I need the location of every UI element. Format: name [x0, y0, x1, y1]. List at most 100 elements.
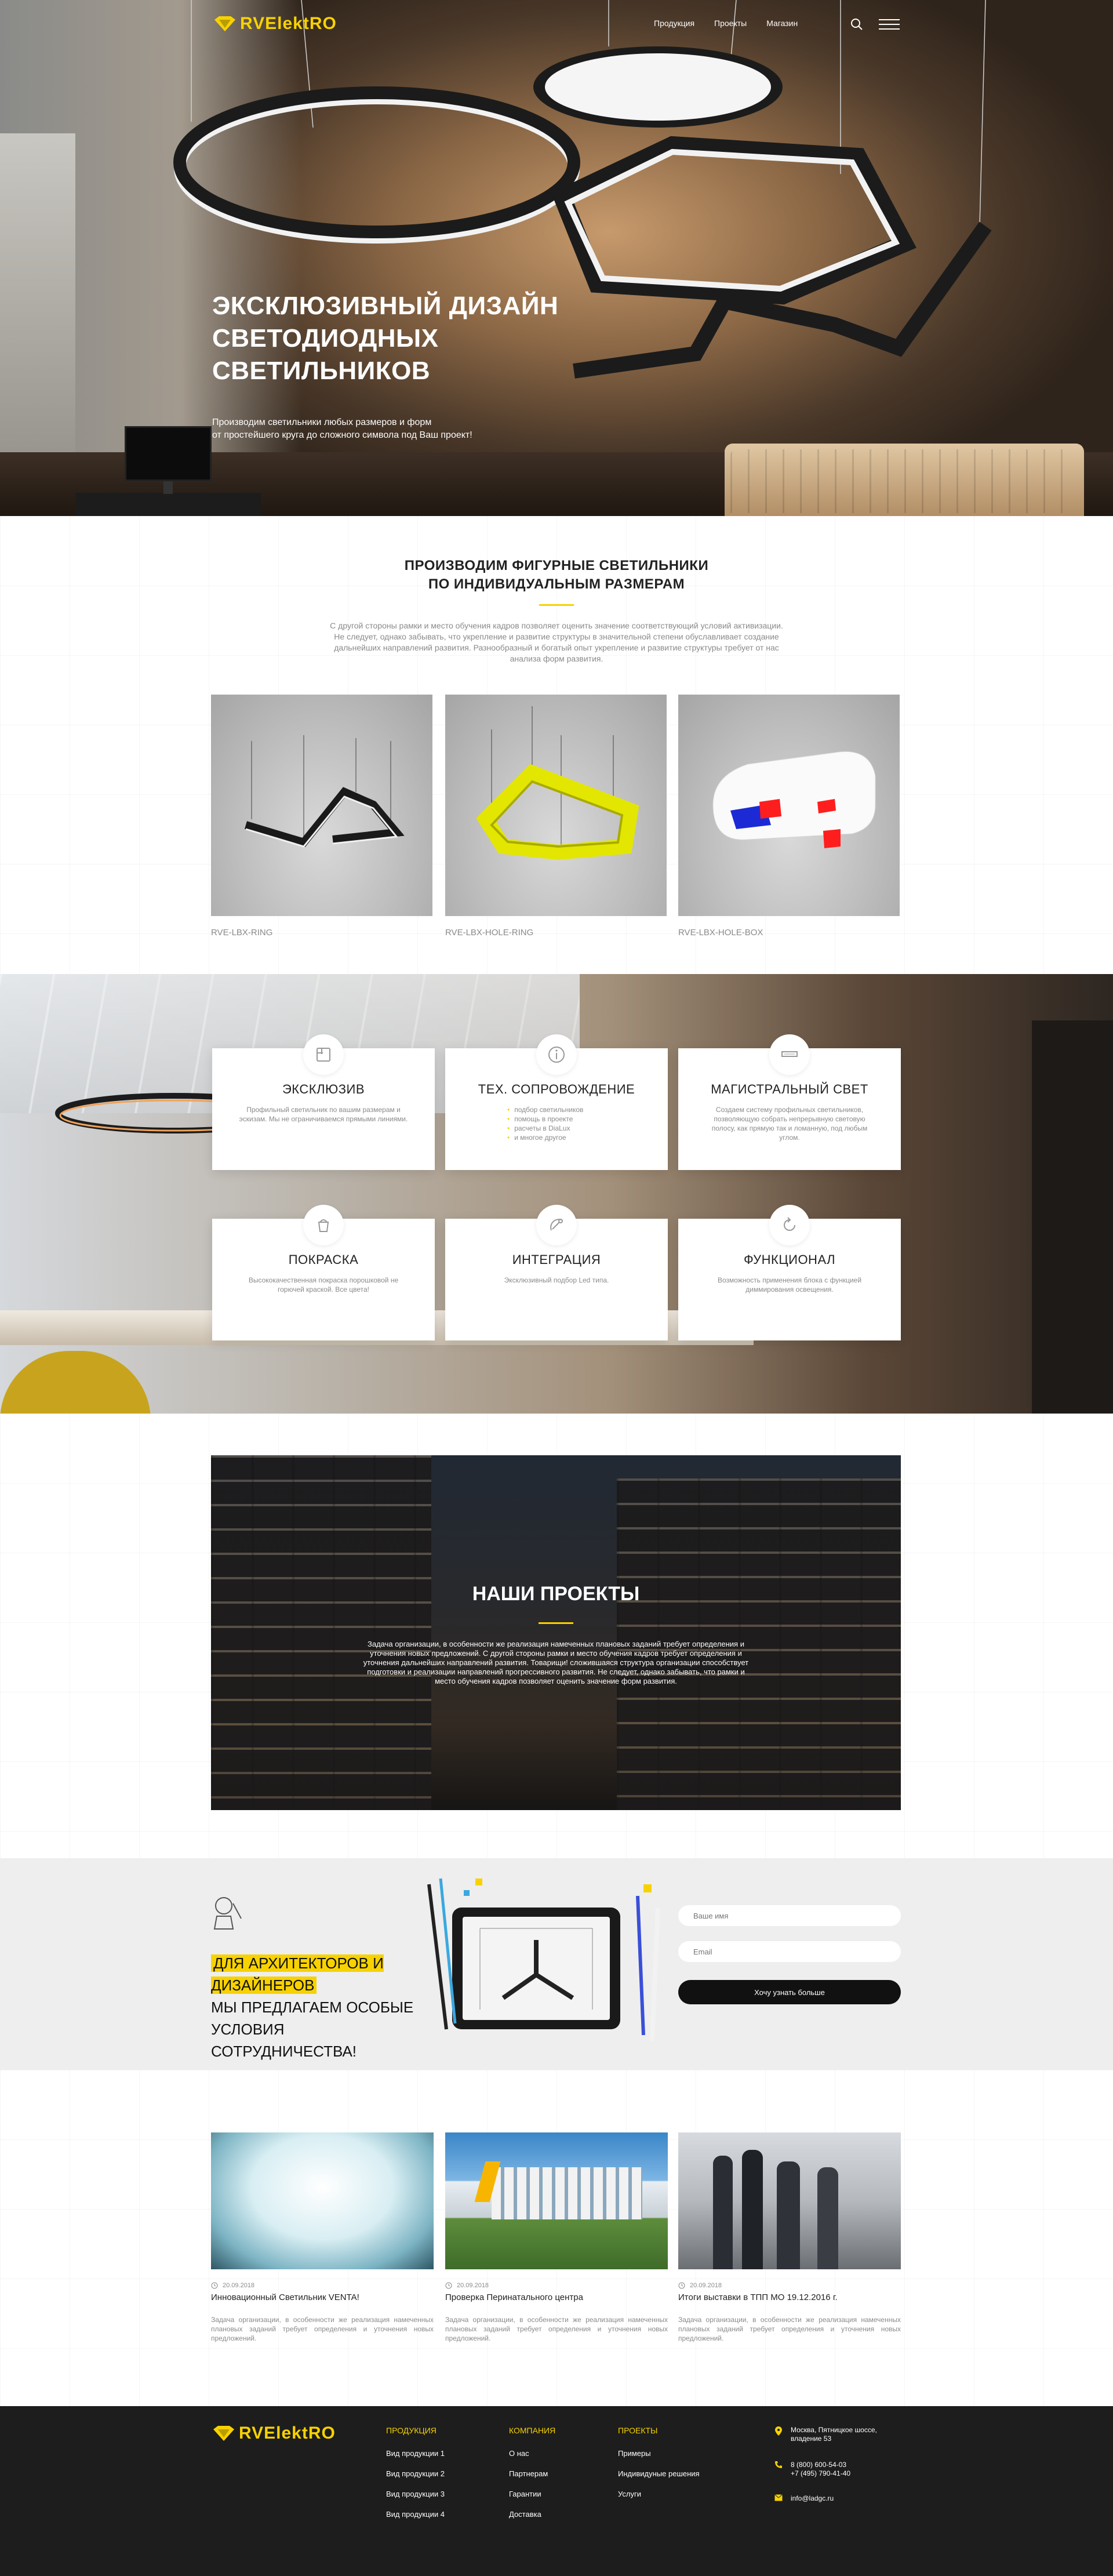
main-nav: Продукция Проекты Магазин: [654, 19, 798, 28]
footer-link[interactable]: О нас: [509, 2449, 555, 2458]
product-lamp-hole-ring: [476, 706, 639, 860]
feature-card: Эксклюзив Профильный светильник по вашим…: [212, 1034, 435, 1170]
product-lamp-hole-box: [712, 751, 876, 848]
footer-phone1[interactable]: 8 (800) 600-54-03: [791, 2461, 846, 2469]
feature-card: Интеграция Эксклюзивный подбор Led типа.: [445, 1205, 668, 1340]
projects-banner[interactable]: Наши проекты Задача организации, в особе…: [211, 1455, 901, 1810]
product-card[interactable]: RVE-LBX-HOLE-BOX: [678, 695, 900, 938]
news-person: [742, 2150, 763, 2269]
projects-title: Наши проекты: [472, 1583, 640, 1605]
feature-list: подбор светильников помощь в проекте рас…: [507, 1105, 606, 1142]
news-card[interactable]: 20.09.2018 Итоги выставки в ТПП МО 19.12…: [678, 2132, 901, 2343]
footer-address: Москва, Пятницкое шоссе, владение 53: [774, 2426, 877, 2443]
footer-address-line1: Москва, Пятницкое шоссе,: [791, 2426, 877, 2434]
footer-column-title: Компания: [509, 2426, 556, 2435]
projects-title-underline: [539, 1622, 573, 1624]
news-card[interactable]: 20.09.2018 Проверка Перинатального центр…: [445, 2132, 668, 2343]
news-text: Задача организации, в особенности же реа…: [211, 2316, 434, 2342]
news-date: 20.09.2018: [678, 2282, 901, 2289]
news-date: 20.09.2018: [445, 2282, 668, 2289]
footer-phone2[interactable]: +7 (495) 790-41-40: [791, 2469, 850, 2477]
clock-icon: [445, 2282, 452, 2289]
feature-card: Магистральный свет Создаем систему профи…: [678, 1034, 901, 1170]
footer-link[interactable]: Вид продукции 1: [386, 2449, 445, 2458]
nav-item-shop[interactable]: Магазин: [766, 19, 798, 28]
feature-card: Функционал Возможность применения блока …: [678, 1205, 901, 1340]
diamond-logo-icon: [214, 16, 235, 31]
feature-title: Функционал: [743, 1252, 836, 1267]
footer-column-title: Проекты: [618, 2426, 658, 2435]
news-title[interactable]: Инновационный Светильник VENTA!: [211, 2292, 434, 2302]
news-image[interactable]: [211, 2132, 434, 2269]
news-card[interactable]: 20.09.2018 Инновационный Светильник VENT…: [211, 2132, 434, 2343]
footer-column-title: Продукция: [386, 2426, 437, 2435]
projects-overlay: [211, 1455, 901, 1810]
footer-link[interactable]: Вид продукции 4: [386, 2510, 445, 2519]
clock-icon: [211, 2282, 218, 2289]
news-date: 20.09.2018: [211, 2282, 434, 2289]
news-text: Задача организации, в особенности же реа…: [445, 2316, 668, 2342]
mail-icon: [774, 2494, 783, 2501]
learn-more-button[interactable]: Хочу узнать больше: [678, 1980, 901, 2004]
products-title-line2: по индивидуальным размерам: [428, 576, 685, 592]
news-person: [777, 2161, 800, 2269]
feature-title: Покраска: [288, 1252, 359, 1267]
email-input[interactable]: [678, 1941, 901, 1962]
news-image[interactable]: [678, 2132, 901, 2269]
news-person: [817, 2167, 838, 2269]
footer-link[interactable]: Гарантии: [509, 2490, 555, 2498]
info-icon: [536, 1034, 577, 1075]
diamond-logo-icon: [213, 2426, 234, 2441]
hero-subtitle-line2: от простейшего круга до сложного символа…: [212, 430, 472, 440]
cta-title-line2: мы предлагаем особые условия: [211, 1999, 414, 2038]
footer-link[interactable]: Примеры: [618, 2449, 700, 2458]
feature-title: Эксклюзив: [282, 1082, 365, 1096]
name-input[interactable]: [678, 1905, 901, 1926]
footer-phones: 8 (800) 600-54-03 +7 (495) 790-41-40: [774, 2461, 850, 2478]
menu-icon[interactable]: [879, 19, 900, 31]
features-chair: [0, 1351, 151, 1414]
news-text: Задача организации, в особенности же реа…: [678, 2316, 901, 2342]
news-title[interactable]: Итоги выставки в ТПП МО 19.12.2016 г.: [678, 2292, 901, 2302]
footer-email: info@ladgc.ru: [774, 2494, 834, 2503]
footer-link[interactable]: Вид продукции 3: [386, 2490, 445, 2498]
footer-email-text[interactable]: info@ladgc.ru: [791, 2494, 834, 2502]
product-lamp-ring: [244, 735, 405, 848]
clock-icon: [678, 2282, 685, 2289]
feature-text: Профильный светильник по вашим размерам …: [239, 1106, 408, 1123]
product-image[interactable]: [211, 695, 432, 916]
hero-section: RVElektRO Продукция Проекты Магазин Экск…: [0, 0, 1113, 516]
nav-item-products[interactable]: Продукция: [654, 19, 694, 28]
feature-title: Интеграция: [512, 1252, 601, 1267]
footer-link[interactable]: Партнерам: [509, 2469, 555, 2478]
product-card[interactable]: RVE-LBX-HOLE-RING: [445, 695, 667, 938]
news-date-text: 20.09.2018: [690, 2282, 722, 2289]
footer-logo[interactable]: RVElektRO: [212, 2424, 336, 2443]
product-image[interactable]: [678, 695, 900, 916]
product-name: RVE-LBX-RING: [211, 928, 273, 938]
products-title: Производим фигурные светильники по индив…: [325, 557, 788, 594]
phone-icon: [775, 2461, 782, 2468]
news-title[interactable]: Проверка Перинатального центра: [445, 2292, 668, 2302]
nav-item-projects[interactable]: Проекты: [714, 19, 747, 28]
footer-link[interactable]: Услуги: [618, 2490, 700, 2498]
product-image[interactable]: [445, 695, 667, 916]
footer-link[interactable]: Доставка: [509, 2510, 555, 2519]
product-card[interactable]: RVE-LBX-RING: [211, 695, 432, 938]
architect-icon: [213, 1897, 242, 1930]
feature-list-item: помощь в проекте: [507, 1114, 606, 1124]
footer-column-products: Продукция Вид продукции 1 Вид продукции …: [386, 2426, 445, 2530]
feature-title: Магистральный свет: [711, 1082, 868, 1096]
search-icon[interactable]: [850, 17, 864, 31]
site-logo[interactable]: RVElektRO: [213, 14, 337, 34]
news-image[interactable]: [445, 2132, 668, 2269]
footer-link[interactable]: Индивидуные решения: [618, 2469, 700, 2478]
news-date-text: 20.09.2018: [457, 2282, 489, 2289]
footer-link[interactable]: Вид продукции 2: [386, 2469, 445, 2478]
pencils-illustration: [427, 1878, 482, 2030]
logo-text: RVElektRO: [240, 14, 337, 33]
feature-list-item: подбор светильников: [507, 1105, 606, 1114]
product-name: RVE-LBX-HOLE-RING: [445, 928, 534, 938]
ruler-icon: [303, 1034, 344, 1075]
feature-text: Возможность применения блока с функцией …: [717, 1276, 862, 1294]
